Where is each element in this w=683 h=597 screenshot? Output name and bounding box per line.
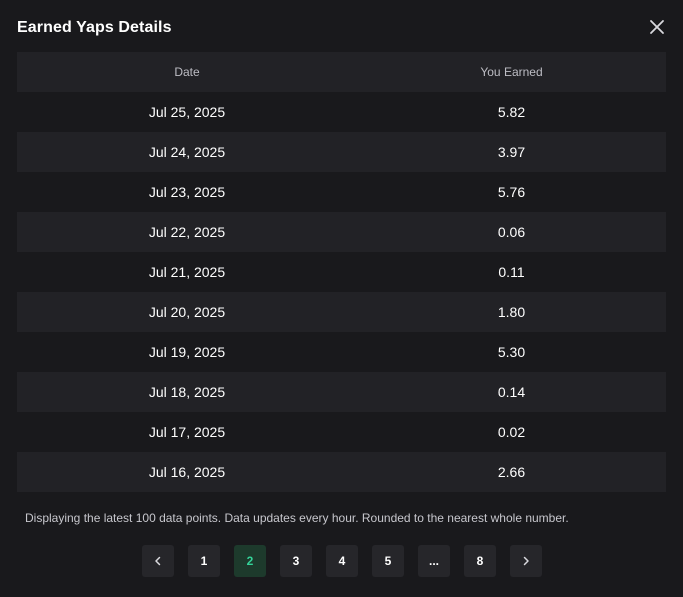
table-row: Jul 19, 2025 5.30 xyxy=(17,332,666,372)
earned-cell: 0.06 xyxy=(497,224,526,240)
page-numbers: 1 2 3 4 5... 8 xyxy=(188,545,496,577)
prev-page-button[interactable] xyxy=(142,545,174,577)
close-icon xyxy=(650,20,664,34)
date-cell: Jul 21, 2025 xyxy=(148,264,226,280)
date-cell: Jul 24, 2025 xyxy=(148,144,226,160)
page-button-8[interactable]: 8 xyxy=(464,545,496,577)
pagination-ellipsis[interactable]: ... xyxy=(418,545,450,577)
next-page-button[interactable] xyxy=(510,545,542,577)
table-row: Jul 23, 2025 5.76 xyxy=(17,172,666,212)
date-cell: Jul 18, 2025 xyxy=(148,384,226,400)
close-button[interactable] xyxy=(645,15,669,39)
table-body: Jul 25, 2025 5.82 Jul 24, 2025 3.97 Jul 23, … xyxy=(17,92,666,492)
date-column-header: Date xyxy=(174,65,200,79)
page-button-5[interactable]: 5 xyxy=(372,545,404,577)
table-row: Jul 24, 2025 3.97 xyxy=(17,132,666,172)
table-row: Jul 22, 2025 0.06 xyxy=(17,212,666,252)
date-cell: Jul 22, 2025 xyxy=(148,224,226,240)
page-button-3[interactable]: 3 xyxy=(280,545,312,577)
date-cell: Jul 17, 2025 xyxy=(148,424,226,440)
earned-cell: 3.97 xyxy=(497,144,526,160)
earned-cell: 0.11 xyxy=(498,264,525,280)
page-button-1[interactable]: 1 xyxy=(188,545,220,577)
earned-yaps-modal: Earned Yaps Details Date You Earned Jul … xyxy=(0,0,683,597)
table-row: Jul 18, 2025 0.14 xyxy=(17,372,666,412)
table-row: Jul 20, 2025 1.80 xyxy=(17,292,666,332)
earned-cell: 0.14 xyxy=(497,384,526,400)
earned-cell: 5.30 xyxy=(497,344,526,360)
earned-table: Date You Earned Jul 25, 2025 5.82 Jul 24, … xyxy=(17,52,666,492)
date-cell: Jul 16, 2025 xyxy=(148,464,226,480)
earned-cell: 5.76 xyxy=(497,184,526,200)
footnote-text: Displaying the latest 100 data points. D… xyxy=(25,511,569,525)
chevron-right-icon xyxy=(523,556,529,566)
table-row: Jul 16, 2025 2.66 xyxy=(17,452,666,492)
chevron-left-icon xyxy=(155,556,161,566)
earned-cell: 5.82 xyxy=(497,104,526,120)
table-row: Jul 17, 2025 0.02 xyxy=(17,412,666,452)
date-cell: Jul 25, 2025 xyxy=(148,104,226,120)
date-cell: Jul 19, 2025 xyxy=(148,344,226,360)
modal-title: Earned Yaps Details xyxy=(17,19,172,36)
earned-cell: 2.66 xyxy=(497,464,526,480)
page-button-4[interactable]: 4 xyxy=(326,545,358,577)
pagination: 1 2 3 4 5... 8 xyxy=(142,545,542,577)
table-row: Jul 25, 2025 5.82 xyxy=(17,92,666,132)
date-cell: Jul 23, 2025 xyxy=(148,184,226,200)
table-row: Jul 21, 2025 0.11 xyxy=(17,252,666,292)
earned-cell: 0.02 xyxy=(497,424,526,440)
earned-cell: 1.80 xyxy=(497,304,526,320)
date-cell: Jul 20, 2025 xyxy=(148,304,226,320)
earned-column-header: You Earned xyxy=(480,65,543,79)
page-button-2[interactable]: 2 xyxy=(234,545,266,577)
table-header: Date You Earned xyxy=(17,52,666,92)
